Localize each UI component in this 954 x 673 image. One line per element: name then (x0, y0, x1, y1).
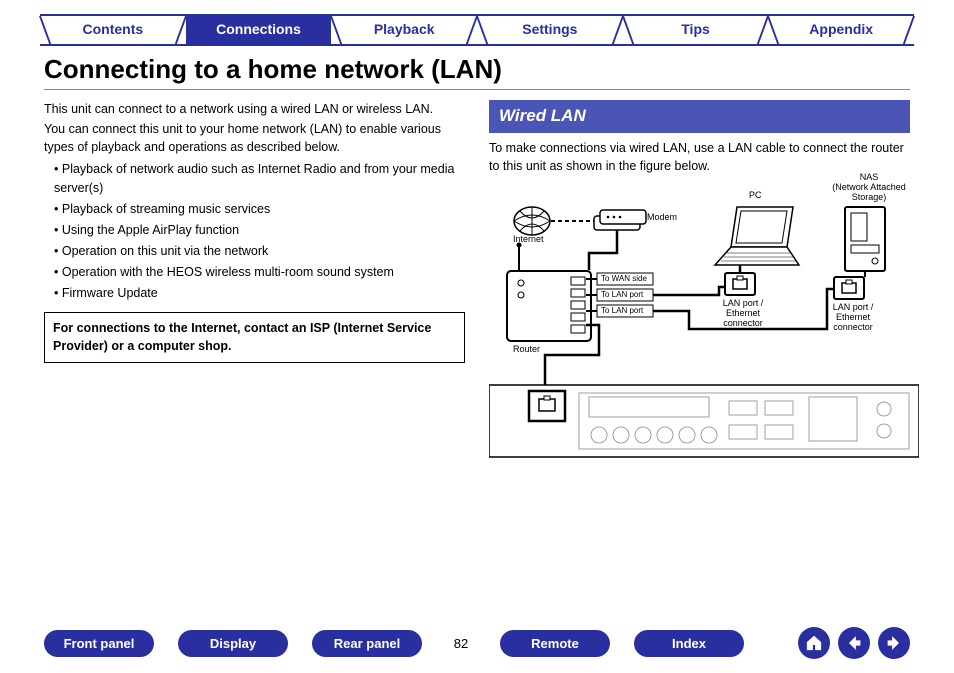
list-item: Firmware Update (54, 284, 465, 302)
wired-lan-heading: Wired LAN (489, 100, 910, 133)
network-diagram: Internet Modem PC NAS (Network Attached … (489, 177, 910, 507)
feature-list: Playback of network audio such as Intern… (44, 160, 465, 302)
link-display[interactable]: Display (178, 630, 288, 657)
link-rear-panel[interactable]: Rear panel (312, 630, 422, 657)
right-column: Wired LAN To make connections via wired … (489, 100, 910, 507)
page-number: 82 (446, 636, 476, 651)
nav-icons (798, 627, 910, 659)
page-title: Connecting to a home network (LAN) (44, 54, 910, 85)
tab-playback[interactable]: Playback (331, 14, 477, 44)
left-column: This unit can connect to a network using… (44, 100, 465, 507)
next-icon[interactable] (878, 627, 910, 659)
list-item: Operation with the HEOS wireless multi-r… (54, 263, 465, 281)
home-icon[interactable] (798, 627, 830, 659)
label-lan2: To LAN port (601, 307, 643, 316)
label-wan: To WAN side (601, 275, 647, 284)
list-item: Playback of streaming music services (54, 200, 465, 218)
bottom-bar: Front panel Display Rear panel 82 Remote… (0, 627, 954, 659)
prev-icon[interactable] (838, 627, 870, 659)
title-underline (44, 89, 910, 90)
top-tabs: Contents Connections Playback Settings T… (0, 0, 954, 44)
link-index[interactable]: Index (634, 630, 744, 657)
label-lan1: To LAN port (601, 291, 643, 300)
list-item: Operation on this unit via the network (54, 242, 465, 260)
list-item: Using the Apple AirPlay function (54, 221, 465, 239)
intro-p2: You can connect this unit to your home n… (44, 120, 465, 156)
label-internet: Internet (513, 235, 544, 245)
label-modem: Modem (647, 213, 677, 223)
label-router: Router (513, 345, 540, 355)
link-front-panel[interactable]: Front panel (44, 630, 154, 657)
router-icon (507, 242, 591, 341)
main-content: This unit can connect to a network using… (0, 92, 954, 507)
wired-lan-p1: To make connections via wired LAN, use a… (489, 139, 910, 175)
label-lanport-nas: LAN port / Ethernet connector (825, 303, 881, 333)
isp-note: For connections to the Internet, contact… (44, 312, 465, 362)
label-lanport-pc: LAN port / Ethernet connector (715, 299, 771, 329)
tab-settings[interactable]: Settings (477, 14, 623, 44)
tab-appendix[interactable]: Appendix (768, 14, 914, 44)
tab-contents[interactable]: Contents (40, 14, 186, 44)
label-pc: PC (749, 191, 762, 201)
label-nas: NAS (Network Attached Storage) (819, 173, 919, 203)
tab-underline (40, 44, 914, 46)
intro-p1: This unit can connect to a network using… (44, 100, 465, 118)
tab-connections[interactable]: Connections (186, 14, 332, 44)
tab-tips[interactable]: Tips (623, 14, 769, 44)
list-item: Playback of network audio such as Intern… (54, 160, 465, 196)
link-remote[interactable]: Remote (500, 630, 610, 657)
